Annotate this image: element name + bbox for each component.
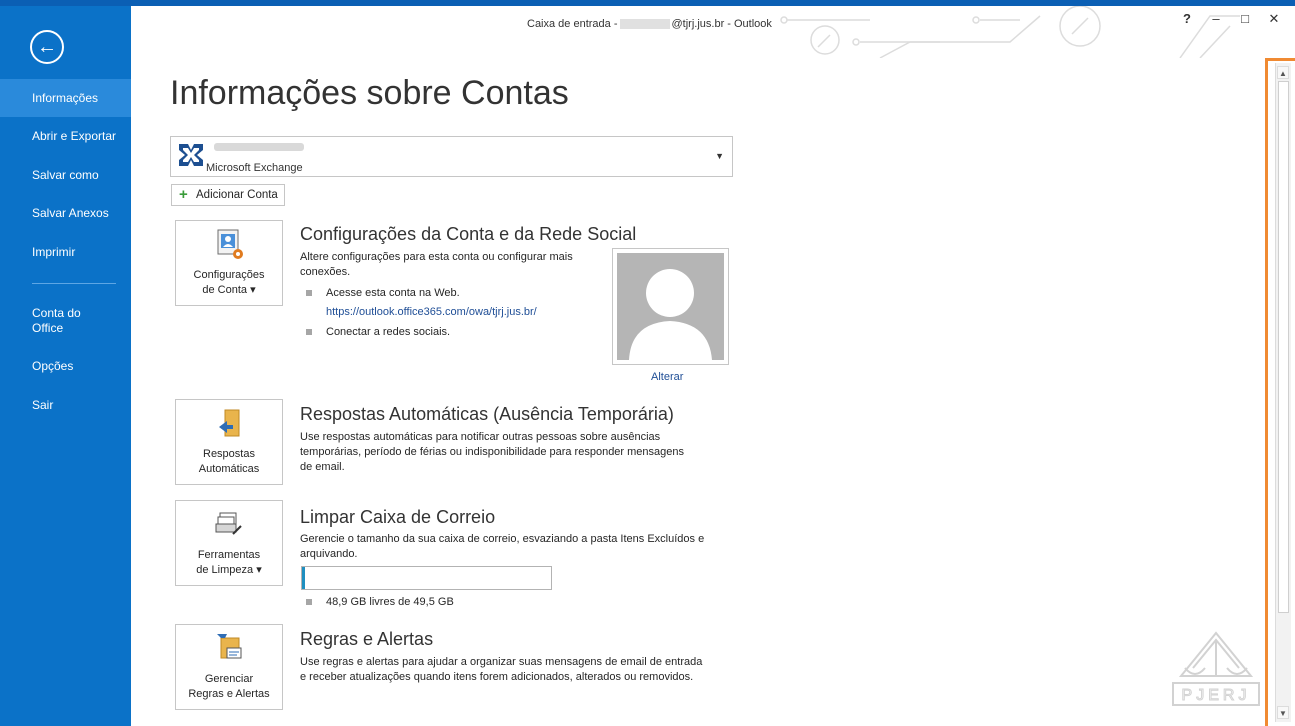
label-line-1: Conta do — [32, 306, 81, 320]
description-line-2: temporárias, período de férias ou indisp… — [300, 446, 685, 458]
cleanup-title: Limpar Caixa de Correio — [300, 507, 496, 527]
sidebar-divider — [32, 283, 116, 284]
mailbox-usage-fill — [302, 567, 305, 589]
button-label-line-1: Configurações — [193, 269, 265, 281]
bullet-icon — [306, 290, 312, 296]
bullet-icon — [306, 599, 312, 605]
description-line-2: arquivando. — [300, 548, 358, 560]
sidebar-item-label: Imprimir — [32, 245, 76, 259]
description-line-1: Gerencie o tamanho da sua caixa de corre… — [300, 533, 705, 545]
button-label-line-2: Automáticas — [198, 463, 260, 475]
sidebar-item-office-account[interactable]: Conta do Office — [0, 301, 131, 341]
help-button[interactable]: ? — [1177, 11, 1197, 26]
window-title: Caixa de entrada - @tjrj.jus.br - Outlook — [527, 18, 772, 30]
button-label-line-1: Ferramentas — [197, 549, 261, 561]
sidebar-item-label: Salvar Anexos — [32, 206, 109, 220]
title-suffix: @tjrj.jus.br - Outlook — [671, 18, 772, 30]
cleanup-tools-icon — [215, 512, 242, 535]
cleanup-tools-button[interactable]: Ferramentas de Limpeza ▾ — [175, 500, 283, 586]
avatar-placeholder-icon — [629, 269, 712, 360]
auto-replies-description: Use respostas automáticas para notificar… — [300, 430, 740, 475]
title-prefix: Caixa de entrada - — [527, 18, 618, 30]
close-button[interactable]: ✕ — [1264, 11, 1284, 27]
sidebar-item-options[interactable]: Opções — [0, 347, 131, 385]
description-line-1: Altere configurações para esta conta ou … — [300, 251, 573, 263]
automatic-replies-icon — [219, 409, 240, 437]
account-type: Microsoft Exchange — [206, 162, 303, 174]
sidebar-item-exit[interactable]: Sair — [0, 386, 131, 424]
owa-link[interactable]: https://outlook.office365.com/owa/tjrj.j… — [326, 306, 537, 318]
description-line-3: de email. — [300, 461, 345, 473]
sidebar-item-info[interactable]: Informações — [0, 79, 131, 117]
pjerj-watermark-logo: PJERJ — [1172, 631, 1260, 706]
sidebar-item-label: Sair — [32, 398, 54, 412]
title-decoration — [780, 6, 1240, 58]
plus-icon: + — [179, 186, 188, 203]
sidebar-item-label: Abrir e Exportar — [32, 129, 117, 143]
sidebar-item-label: Opções — [32, 359, 74, 373]
change-photo-link[interactable]: Alterar — [651, 371, 683, 383]
redacted-account-name — [214, 143, 304, 151]
profile-photo[interactable] — [612, 248, 729, 365]
button-label-line-1: Gerenciar — [204, 673, 254, 685]
account-settings-icon — [217, 229, 243, 259]
rules-alerts-icon — [217, 634, 242, 659]
watermark-text: PJERJ — [1182, 687, 1251, 704]
button-label-line-1: Respostas — [203, 448, 255, 460]
redacted-email — [619, 19, 670, 30]
account-settings-title: Configurações da Conta e da Rede Social — [300, 224, 637, 244]
rules-alerts-button[interactable]: Gerenciar Regras e Alertas — [175, 624, 283, 710]
back-arrow-icon[interactable]: ← — [30, 30, 64, 64]
account-settings-button[interactable]: Configurações de Conta ▾ — [175, 220, 283, 306]
button-label-line-2: de Conta ▾ — [202, 284, 256, 296]
button-label-line-2: Regras e Alertas — [188, 688, 270, 700]
description-line-2: conexões. — [300, 266, 351, 278]
sidebar-item-label: Informações — [32, 91, 99, 105]
sidebar-item-print[interactable]: Imprimir — [0, 233, 131, 271]
rules-description: Use regras e alertas para ajudar a organ… — [300, 655, 740, 685]
maximize-button[interactable]: □ — [1235, 11, 1255, 26]
page-title: Informações sobre Contas — [170, 74, 569, 112]
bullet-icon — [306, 329, 312, 335]
sidebar-item-label: Salvar como — [32, 168, 99, 182]
exchange-icon — [179, 144, 203, 166]
sidebar-item-open-export[interactable]: Abrir e Exportar — [0, 117, 131, 155]
sidebar-item-save-as[interactable]: Salvar como — [0, 156, 131, 194]
web-access-text: Acesse esta conta na Web. — [326, 287, 460, 299]
sidebar-item-save-attachments[interactable]: Salvar Anexos — [0, 194, 131, 232]
mailbox-usage-bar — [301, 566, 552, 590]
button-label-line-2: de Limpeza ▾ — [196, 564, 262, 576]
description-line-1: Use regras e alertas para ajudar a organ… — [300, 656, 703, 668]
highlight-box — [1265, 58, 1295, 726]
account-selector[interactable]: Microsoft Exchange ▼ — [170, 136, 733, 177]
sidebar-item-label: Conta do Office — [32, 306, 81, 336]
chevron-down-icon: ▼ — [715, 151, 724, 161]
cleanup-description: Gerencie o tamanho da sua caixa de corre… — [300, 532, 740, 562]
rules-title: Regras e Alertas — [300, 629, 434, 649]
add-account-label: Adicionar Conta — [196, 189, 278, 201]
description-line-1: Use respostas automáticas para notificar… — [300, 431, 661, 443]
add-account-button[interactable]: + Adicionar Conta — [171, 184, 285, 206]
account-settings-description: Altere configurações para esta conta ou … — [300, 250, 610, 280]
social-networks-text: Conectar a redes sociais. — [326, 326, 451, 338]
minimize-button[interactable]: – — [1206, 11, 1226, 26]
auto-replies-title: Respostas Automáticas (Ausência Temporár… — [300, 404, 674, 424]
automatic-replies-button[interactable]: Respostas Automáticas — [175, 399, 283, 485]
description-line-2: e receber atualizações quando itens fore… — [300, 671, 694, 683]
storage-free-text: 48,9 GB livres de 49,5 GB — [326, 596, 454, 608]
label-line-2: Office — [32, 321, 64, 335]
